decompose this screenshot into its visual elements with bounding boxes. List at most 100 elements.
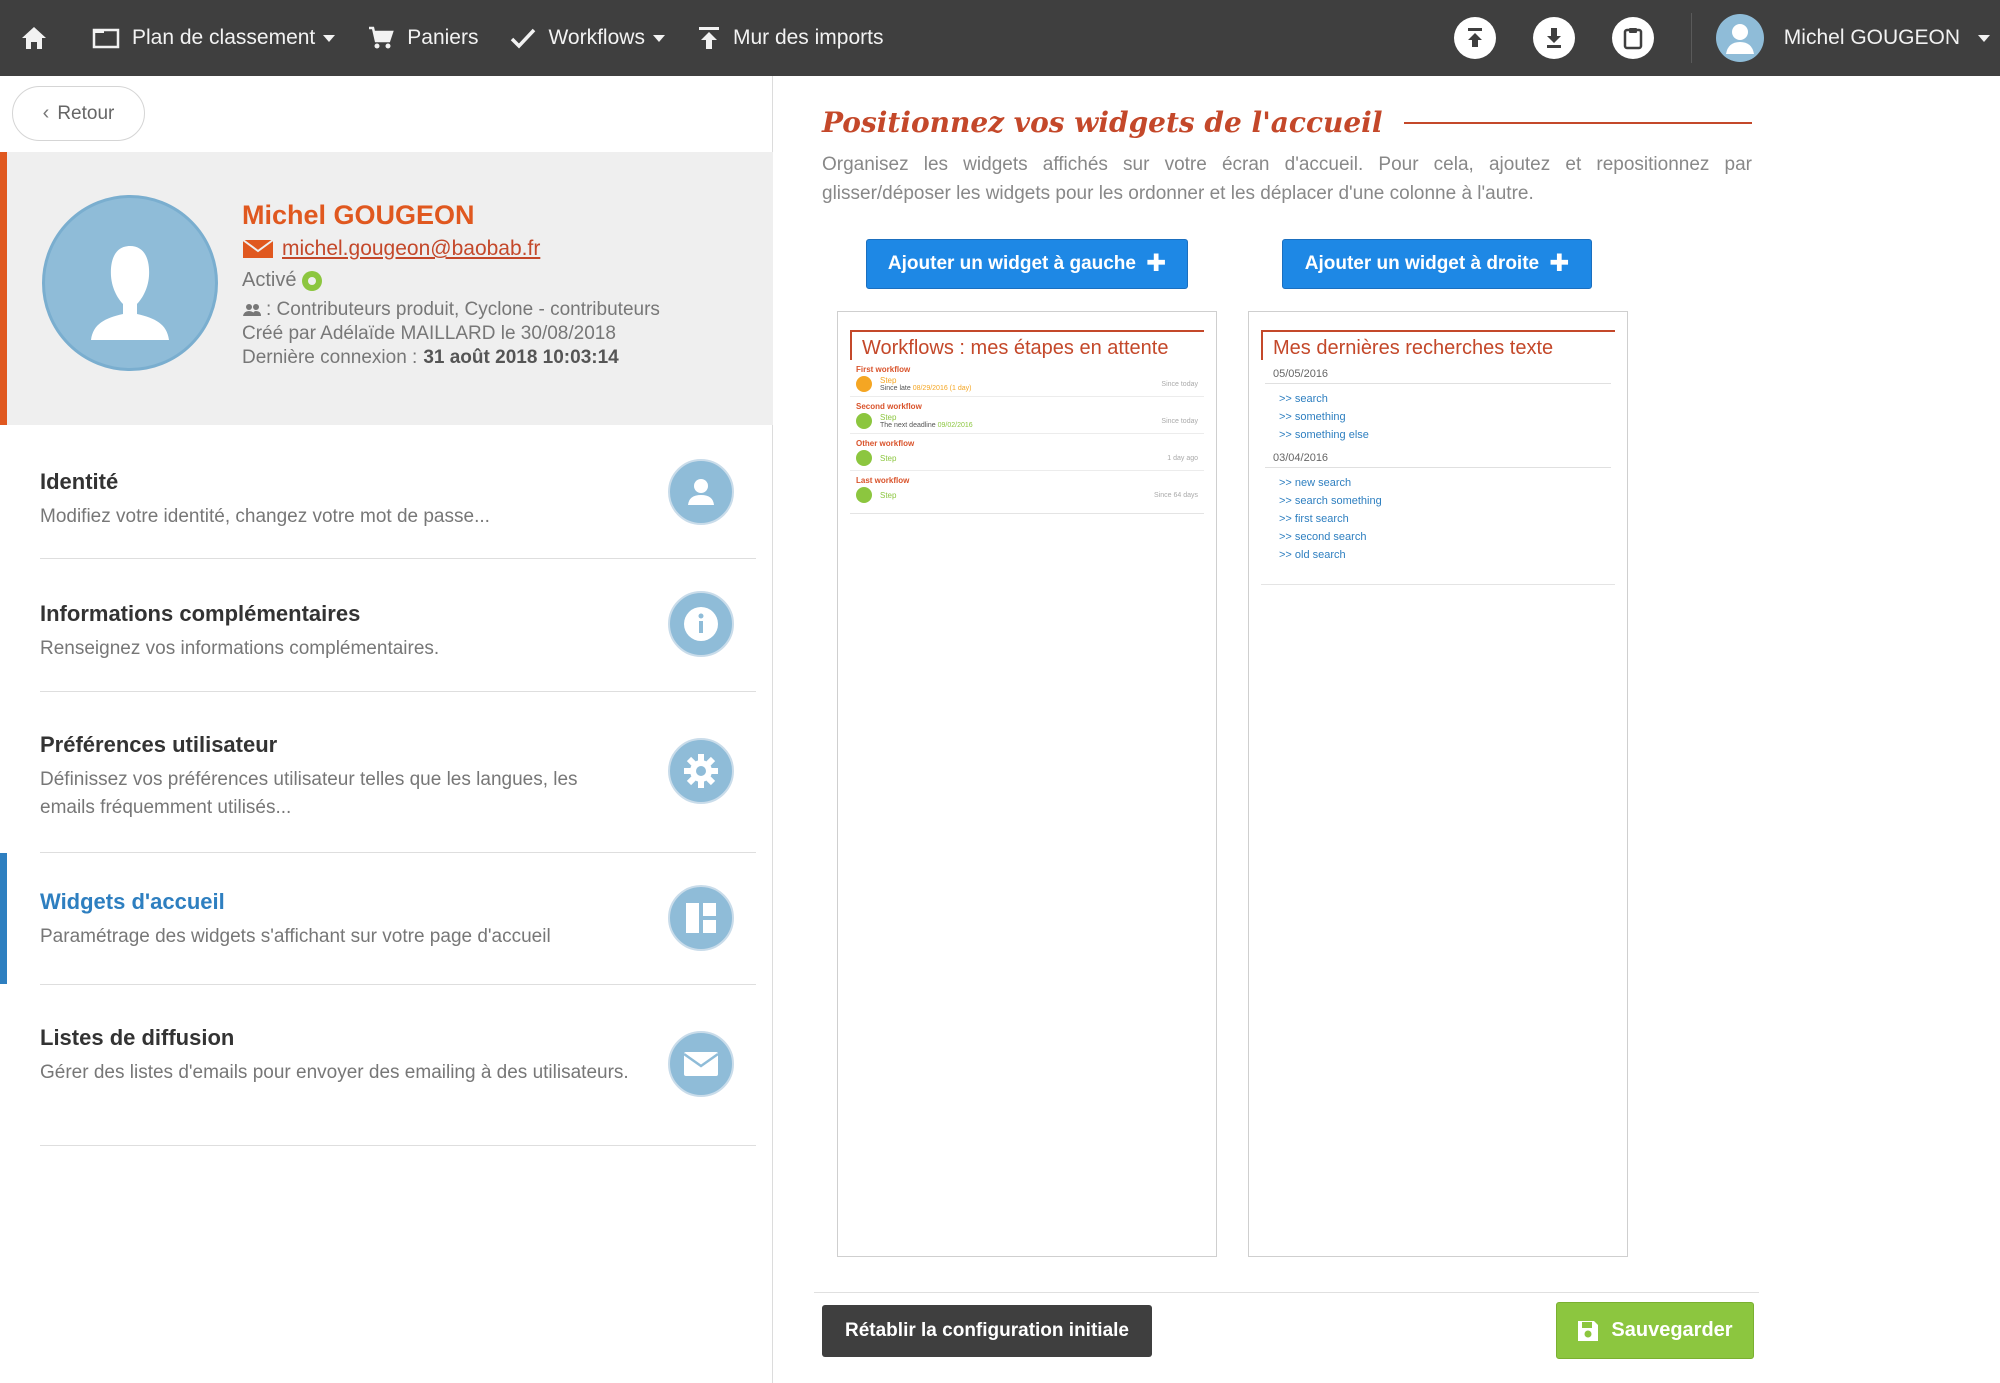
deadline-value: 08/29/2016 (1 day)	[912, 385, 972, 392]
plus-icon: ✚	[1549, 250, 1570, 277]
add-widget-right-button[interactable]: Ajouter un widget à droite ✚	[1282, 239, 1592, 289]
since-text: Since 64 days	[1154, 491, 1198, 499]
since-text: Since today	[1161, 417, 1198, 425]
widget-title: Workflows : mes étapes en attente	[850, 330, 1204, 360]
page-description: Organisez les widgets affichés sur votre…	[822, 154, 1752, 204]
upload-icon	[1467, 28, 1482, 47]
list-item[interactable]: First workflow Step Since late 08/29/201…	[850, 362, 1204, 397]
profile-avatar	[42, 195, 218, 371]
mail-icon	[668, 1031, 734, 1097]
nav-workflows[interactable]: Workflows	[494, 0, 680, 76]
search-date: 05/05/2016	[1265, 360, 1611, 384]
menu-item-title: Widgets d'accueil	[40, 889, 225, 914]
nav-label: Mur des imports	[732, 26, 884, 49]
status-dot-icon	[302, 270, 323, 291]
widget-column-right[interactable]: Mes dernières recherches texte 05/05/201…	[1248, 311, 1628, 1257]
section-header: Positionnez vos widgets de l'accueil	[822, 106, 1752, 139]
nav-label: Paniers	[407, 26, 479, 49]
step-label: Step	[880, 413, 897, 422]
status-text: Activé	[242, 269, 297, 291]
search-link[interactable]: >> first search	[1261, 510, 1615, 528]
menu-item-title: Identité	[40, 469, 119, 494]
email-text: michel.gougeon@baobab.fr	[282, 237, 541, 260]
search-date: 03/04/2016	[1265, 444, 1611, 468]
search-link[interactable]: >> something else	[1261, 426, 1615, 444]
search-link[interactable]: >> search	[1261, 390, 1615, 408]
menu-item-title: Listes de diffusion	[40, 1025, 235, 1050]
toolbar-separator	[1690, 13, 1692, 63]
search-link[interactable]: >> old search	[1261, 546, 1615, 564]
group-icon	[243, 304, 261, 316]
home-link[interactable]	[0, 0, 76, 76]
groups-text: : Contributeurs produit, Cyclone - contr…	[266, 299, 660, 320]
clipboard-button[interactable]	[1611, 17, 1654, 59]
profile-groups: : Contributeurs produit, Cyclone - contr…	[242, 298, 660, 322]
list-item[interactable]: Last workflow Step Since 64 days	[850, 473, 1204, 513]
user-menu[interactable]: Michel GOUGEON	[1715, 0, 2000, 76]
last-login-label: Dernière connexion :	[242, 347, 418, 368]
nav-label: Workflows	[548, 26, 645, 49]
menu-item-identite[interactable]: Identité Modifiez votre identité, change…	[40, 425, 756, 559]
profile-created: Créé par Adélaïde MAILLARD le 30/08/2018	[242, 323, 616, 344]
menu-item-desc: Définissez vos préférences utilisateur t…	[40, 769, 578, 818]
since-text: Since today	[1161, 380, 1198, 388]
profile-email-link[interactable]: michel.gougeon@baobab.fr	[242, 237, 660, 261]
profile-card: Michel GOUGEON michel.gougeon@baobab.fr …	[0, 152, 773, 425]
gear-icon	[668, 738, 734, 804]
download-button[interactable]	[1532, 17, 1575, 59]
avatar	[1715, 14, 1764, 62]
folder-icon	[92, 28, 120, 49]
back-button[interactable]: ‹ Retour	[12, 86, 145, 141]
user-icon	[668, 459, 734, 525]
left-panel: ‹ Retour Michel GOUGEON michel.gougeon@b…	[0, 76, 773, 1383]
user-silhouette-icon	[91, 246, 169, 340]
top-navbar: Plan de classement Paniers Workflows Mur…	[0, 0, 2000, 76]
search-link[interactable]: >> new search	[1261, 474, 1615, 492]
menu-item-title: Préférences utilisateur	[40, 732, 278, 757]
main-nav: Plan de classement Paniers Workflows Mur…	[0, 0, 900, 76]
menu-item-informations[interactable]: Informations complémentaires Renseignez …	[40, 559, 756, 692]
save-button[interactable]: Sauvegarder	[1556, 1302, 1754, 1359]
top-right-tools: Michel GOUGEON	[1453, 0, 2000, 76]
deadline: The next deadline 09/02/2016	[880, 422, 973, 429]
profile-info: Michel GOUGEON michel.gougeon@baobab.fr …	[242, 200, 660, 370]
chevron-down-icon	[323, 34, 336, 42]
workflow-name: First workflow	[856, 365, 911, 374]
floppy-disk-icon	[1578, 1320, 1599, 1341]
search-link[interactable]: >> search something	[1261, 492, 1615, 510]
footer-divider	[814, 1292, 1759, 1293]
step-label: Step	[880, 490, 897, 500]
reset-configuration-button[interactable]: Rétablir la configuration initiale	[822, 1305, 1152, 1357]
menu-item-preferences[interactable]: Préférences utilisateur Définissez vos p…	[40, 692, 756, 853]
menu-item-desc: Paramétrage des widgets s'affichant sur …	[40, 926, 551, 947]
workflow-name: Other workflow	[856, 439, 915, 448]
check-icon	[511, 28, 536, 49]
search-link[interactable]: >> something	[1261, 408, 1615, 426]
deadline-label: The next deadline	[880, 422, 936, 429]
search-history-widget[interactable]: Mes dernières recherches texte 05/05/201…	[1261, 330, 1615, 585]
cart-icon	[369, 26, 395, 49]
step-status-icon	[856, 413, 872, 429]
widgets-icon	[668, 885, 734, 951]
menu-item-widgets[interactable]: Widgets d'accueil Paramétrage des widget…	[0, 853, 756, 985]
plus-icon: ✚	[1145, 250, 1167, 277]
list-item[interactable]: Second workflow Step The next deadline 0…	[850, 399, 1204, 434]
workflow-widget[interactable]: Workflows : mes étapes en attente First …	[850, 330, 1204, 514]
status-badge: Activé	[242, 269, 660, 292]
add-widget-left-button[interactable]: Ajouter un widget à gauche ✚	[866, 239, 1188, 289]
deadline-label: Since late	[880, 385, 911, 392]
user-name: Michel GOUGEON	[1783, 26, 1960, 49]
upload-button[interactable]	[1453, 17, 1496, 59]
chevron-down-icon	[652, 34, 665, 42]
nav-paniers[interactable]: Paniers	[351, 0, 494, 76]
settings-menu: Identité Modifiez votre identité, change…	[0, 425, 773, 1146]
list-item[interactable]: Other workflow Step 1 day ago	[850, 436, 1204, 471]
since-text: 1 day ago	[1167, 454, 1198, 462]
menu-item-listes-diffusion[interactable]: Listes de diffusion Gérer des listes d'e…	[40, 985, 756, 1146]
search-link[interactable]: >> second search	[1261, 528, 1615, 546]
chevron-down-icon	[1978, 34, 1990, 42]
button-label: Ajouter un widget à droite	[1304, 253, 1540, 274]
widget-column-left[interactable]: Workflows : mes étapes en attente First …	[837, 311, 1217, 1257]
nav-mur-des-imports[interactable]: Mur des imports	[681, 0, 900, 76]
nav-plan-de-classement[interactable]: Plan de classement	[76, 0, 351, 76]
